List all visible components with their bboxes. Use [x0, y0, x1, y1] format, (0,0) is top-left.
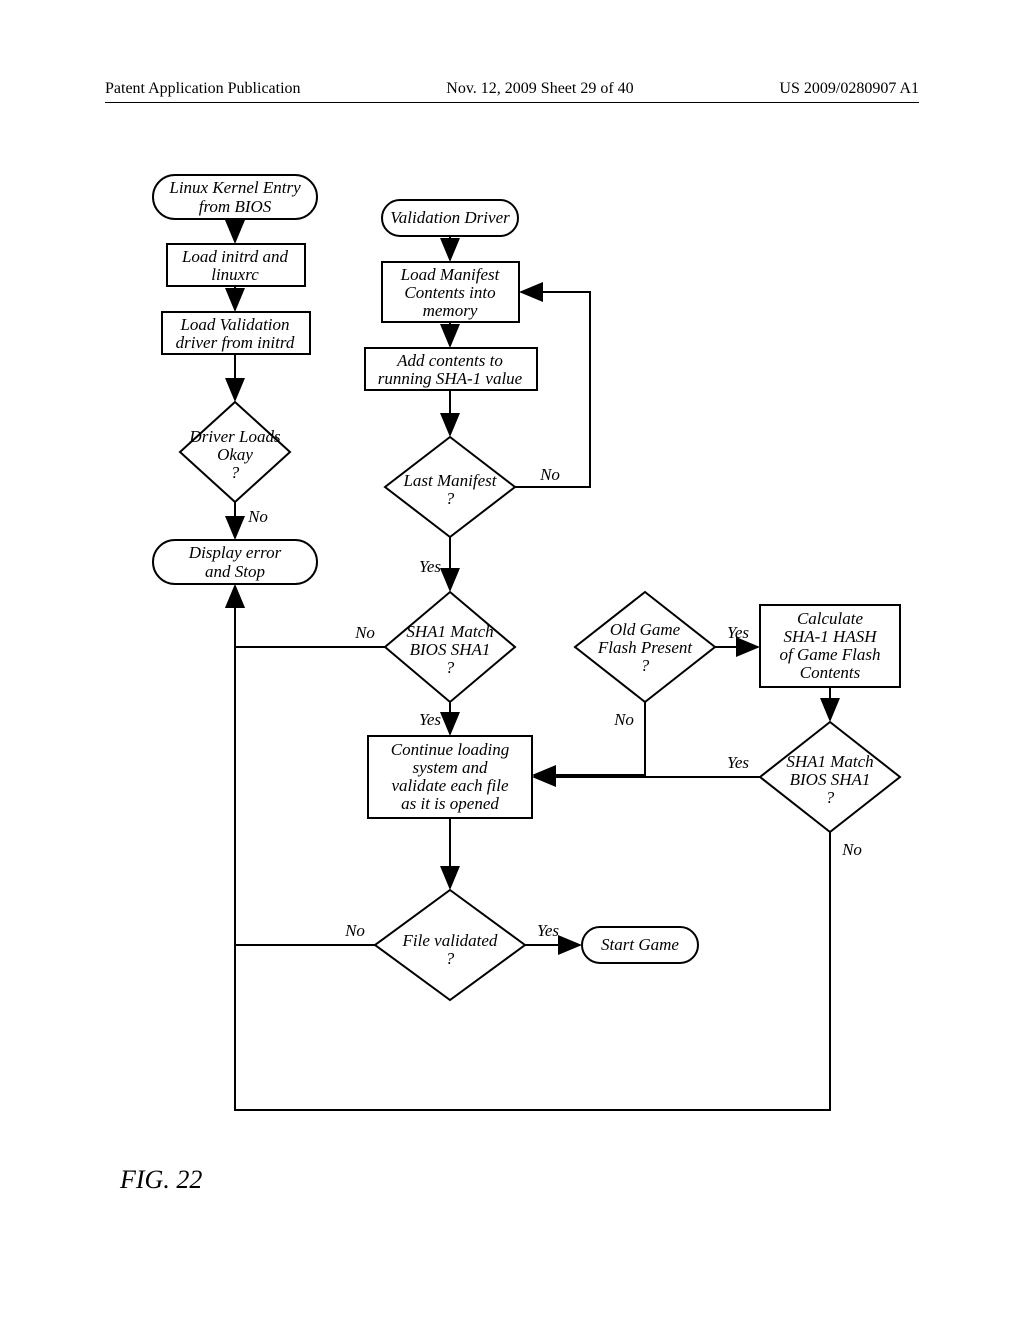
- svg-text:Add contents to: Add contents to: [396, 351, 503, 370]
- label-no: No: [613, 710, 634, 729]
- svg-text:Load Manifest: Load Manifest: [400, 265, 501, 284]
- svg-text:running SHA-1 value: running SHA-1 value: [378, 369, 523, 388]
- header-right: US 2009/0280907 A1: [779, 80, 919, 98]
- svg-text:SHA1 Match: SHA1 Match: [406, 622, 493, 641]
- label-yes: Yes: [419, 710, 441, 729]
- svg-text:?: ?: [826, 788, 835, 807]
- svg-text:Contents into: Contents into: [404, 283, 495, 302]
- svg-text:Linux Kernel Entry: Linux Kernel Entry: [168, 178, 301, 197]
- label-no: No: [539, 465, 560, 484]
- svg-text:?: ?: [446, 489, 455, 508]
- svg-text:as it is opened: as it is opened: [401, 794, 499, 813]
- label-yes: Yes: [419, 557, 441, 576]
- node-start-game: Start Game: [582, 927, 698, 963]
- node-linux-kernel-entry: Linux Kernel Entry from BIOS: [153, 175, 317, 219]
- label-yes: Yes: [537, 921, 559, 940]
- node-old-game-flash: Old Game Flash Present ?: [575, 592, 715, 702]
- label-yes: Yes: [727, 623, 749, 642]
- svg-text:Load Validation: Load Validation: [179, 315, 289, 334]
- page-header: Patent Application Publication Nov. 12, …: [105, 80, 919, 98]
- node-calc-sha: Calculate SHA-1 HASH of Game Flash Conte…: [760, 605, 900, 687]
- node-add-sha: Add contents to running SHA-1 value: [365, 348, 537, 390]
- svg-text:?: ?: [446, 949, 455, 968]
- svg-text:BIOS SHA1: BIOS SHA1: [790, 770, 871, 789]
- node-load-manifest: Load Manifest Contents into memory: [382, 262, 519, 322]
- svg-text:Last Manifest: Last Manifest: [402, 471, 497, 490]
- svg-text:Validation Driver: Validation Driver: [390, 208, 510, 227]
- svg-text:?: ?: [641, 656, 650, 675]
- node-last-manifest: Last Manifest ?: [385, 437, 515, 537]
- label-yes: Yes: [727, 753, 749, 772]
- svg-text:Old Game: Old Game: [610, 620, 681, 639]
- svg-text:memory: memory: [423, 301, 478, 320]
- svg-text:?: ?: [446, 658, 455, 677]
- svg-text:validate each file: validate each file: [391, 776, 509, 795]
- svg-text:BIOS SHA1: BIOS SHA1: [410, 640, 491, 659]
- label-no: No: [344, 921, 365, 940]
- svg-text:?: ?: [231, 463, 240, 482]
- node-sha1-match-bios1: SHA1 Match BIOS SHA1 ?: [385, 592, 515, 702]
- svg-text:Driver Loads: Driver Loads: [188, 427, 281, 446]
- node-sha1-match-bios2: SHA1 Match BIOS SHA1 ?: [760, 722, 900, 832]
- label-no: No: [354, 623, 375, 642]
- node-continue-loading: Continue loading system and validate eac…: [368, 736, 532, 818]
- node-file-validated: File validated ?: [375, 890, 525, 1000]
- svg-text:SHA-1 HASH: SHA-1 HASH: [783, 627, 878, 646]
- node-validation-driver: Validation Driver: [382, 200, 518, 236]
- figure-caption: FIG. 22: [120, 1165, 202, 1195]
- svg-text:linuxrc: linuxrc: [211, 265, 259, 284]
- svg-text:File validated: File validated: [402, 931, 498, 950]
- svg-text:Start Game: Start Game: [601, 935, 679, 954]
- svg-text:Calculate: Calculate: [797, 609, 864, 628]
- flowchart: Linux Kernel Entry from BIOS Load initrd…: [100, 170, 940, 1190]
- svg-text:Continue loading: Continue loading: [391, 740, 510, 759]
- header-left: Patent Application Publication: [105, 80, 301, 98]
- header-center: Nov. 12, 2009 Sheet 29 of 40: [446, 80, 633, 98]
- node-driver-loads-okay: Driver Loads Okay ?: [180, 402, 290, 502]
- node-load-initrd: Load initrd and linuxrc: [167, 244, 305, 286]
- svg-text:Contents: Contents: [800, 663, 861, 682]
- svg-text:Okay: Okay: [217, 445, 253, 464]
- svg-text:Load initrd and: Load initrd and: [181, 247, 289, 266]
- svg-text:driver from initrd: driver from initrd: [176, 333, 295, 352]
- node-display-error: Display error and Stop: [153, 540, 317, 584]
- svg-text:Flash Present: Flash Present: [597, 638, 694, 657]
- svg-text:and Stop: and Stop: [205, 562, 265, 581]
- svg-text:SHA1 Match: SHA1 Match: [786, 752, 873, 771]
- label-no: No: [247, 507, 268, 526]
- svg-text:system and: system and: [412, 758, 488, 777]
- label-no: No: [841, 840, 862, 859]
- svg-text:of Game Flash: of Game Flash: [779, 645, 880, 664]
- node-load-validation-driver: Load Validation driver from initrd: [162, 312, 310, 354]
- svg-text:Display error: Display error: [188, 543, 282, 562]
- header-rule: [105, 102, 919, 103]
- svg-text:from BIOS: from BIOS: [199, 197, 272, 216]
- arrow-long-no: [235, 586, 830, 1110]
